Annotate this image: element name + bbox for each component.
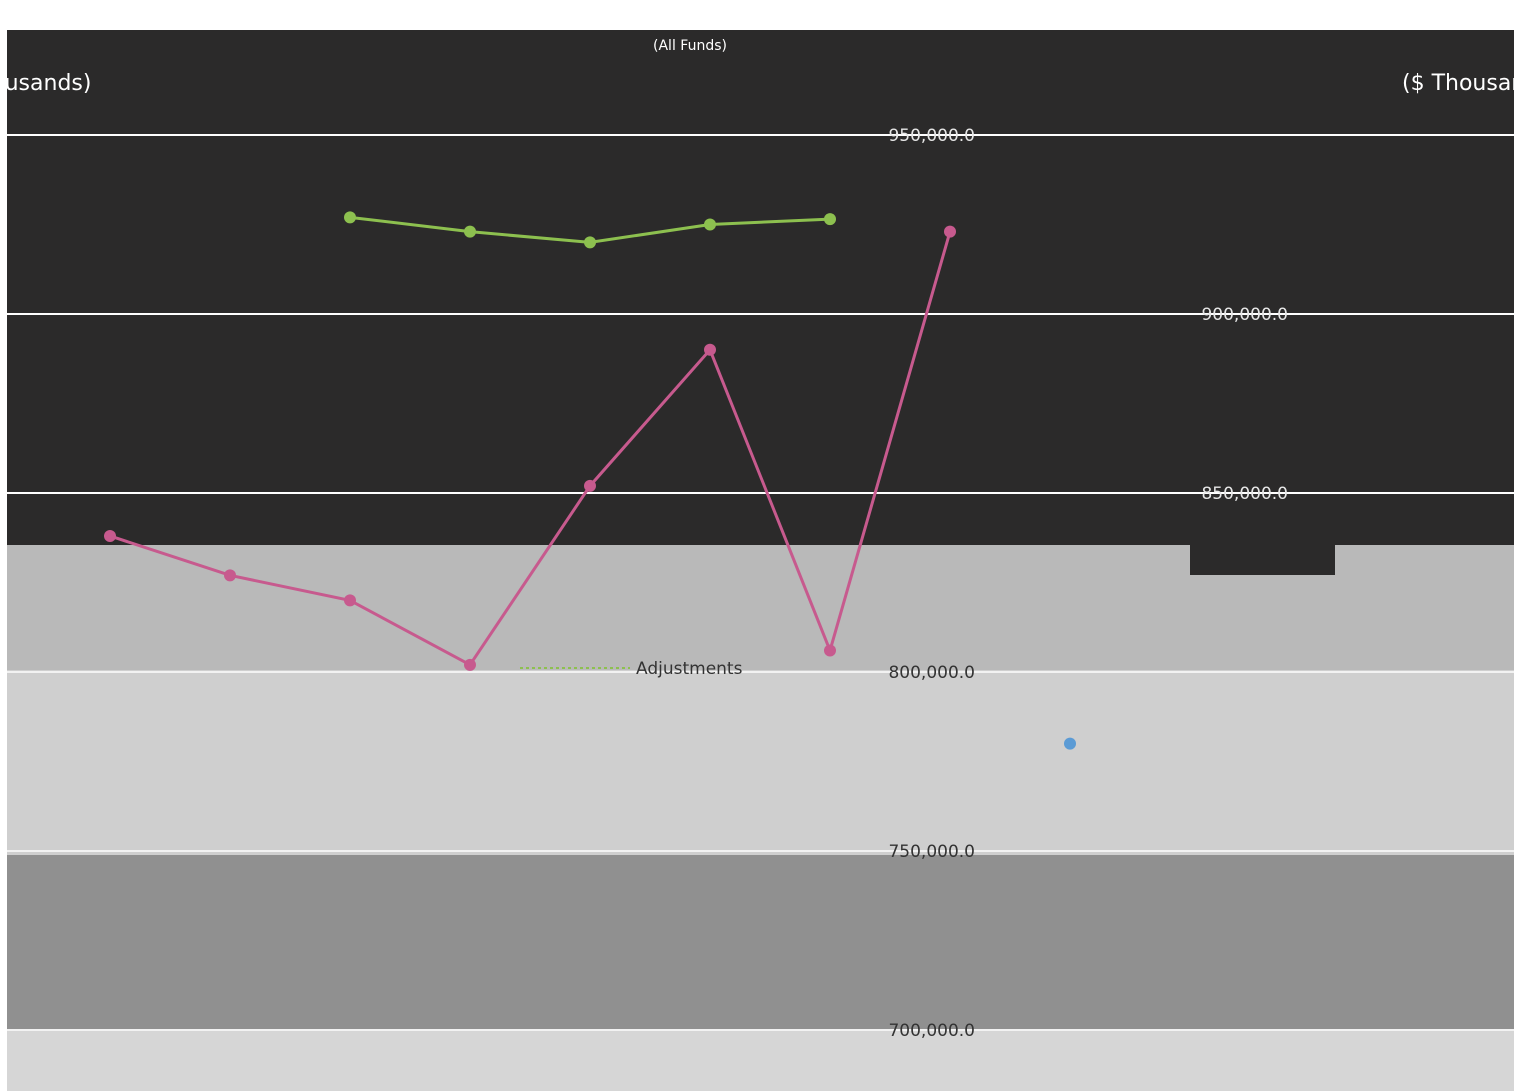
data-point-0 (344, 211, 356, 224)
data-point-1 (224, 569, 236, 582)
y-tick-label: 750,000.0 (888, 842, 975, 862)
band-dark (7, 855, 1514, 1030)
chart-subtitle: (All Funds) (653, 38, 727, 54)
data-point-0 (704, 218, 716, 231)
band-mid (7, 670, 1514, 855)
data-point-1 (824, 644, 836, 657)
data-point-1 (464, 658, 476, 671)
dark-block-right (1190, 545, 1335, 575)
data-point-0 (824, 213, 836, 226)
data-point-0 (464, 225, 476, 238)
data-point-1 (584, 479, 596, 492)
data-point-1 (104, 529, 116, 542)
y-tick-label: 900,000.0 (1201, 305, 1288, 325)
left-axis-unit: (thousands) (0, 71, 91, 96)
data-point-2 (1064, 737, 1076, 750)
data-point-1 (944, 225, 956, 238)
y-tick-label: 850,000.0 (1201, 484, 1288, 504)
y-tick-label: 950,000.0 (888, 126, 975, 146)
data-point-1 (344, 594, 356, 607)
data-point-1 (704, 343, 716, 356)
footer-band (7, 1030, 1514, 1091)
y-tick-label: 800,000.0 (888, 663, 975, 683)
y-tick-label: 700,000.0 (888, 1021, 975, 1041)
legend-label: Adjustments (636, 659, 743, 679)
right-axis-unit: ($ Thousands) (1402, 71, 1514, 96)
chart-canvas: (All Funds) (thousands) ($ Thousands) 95… (0, 30, 1514, 1091)
plot-background (7, 30, 1514, 545)
data-point-0 (584, 236, 596, 249)
